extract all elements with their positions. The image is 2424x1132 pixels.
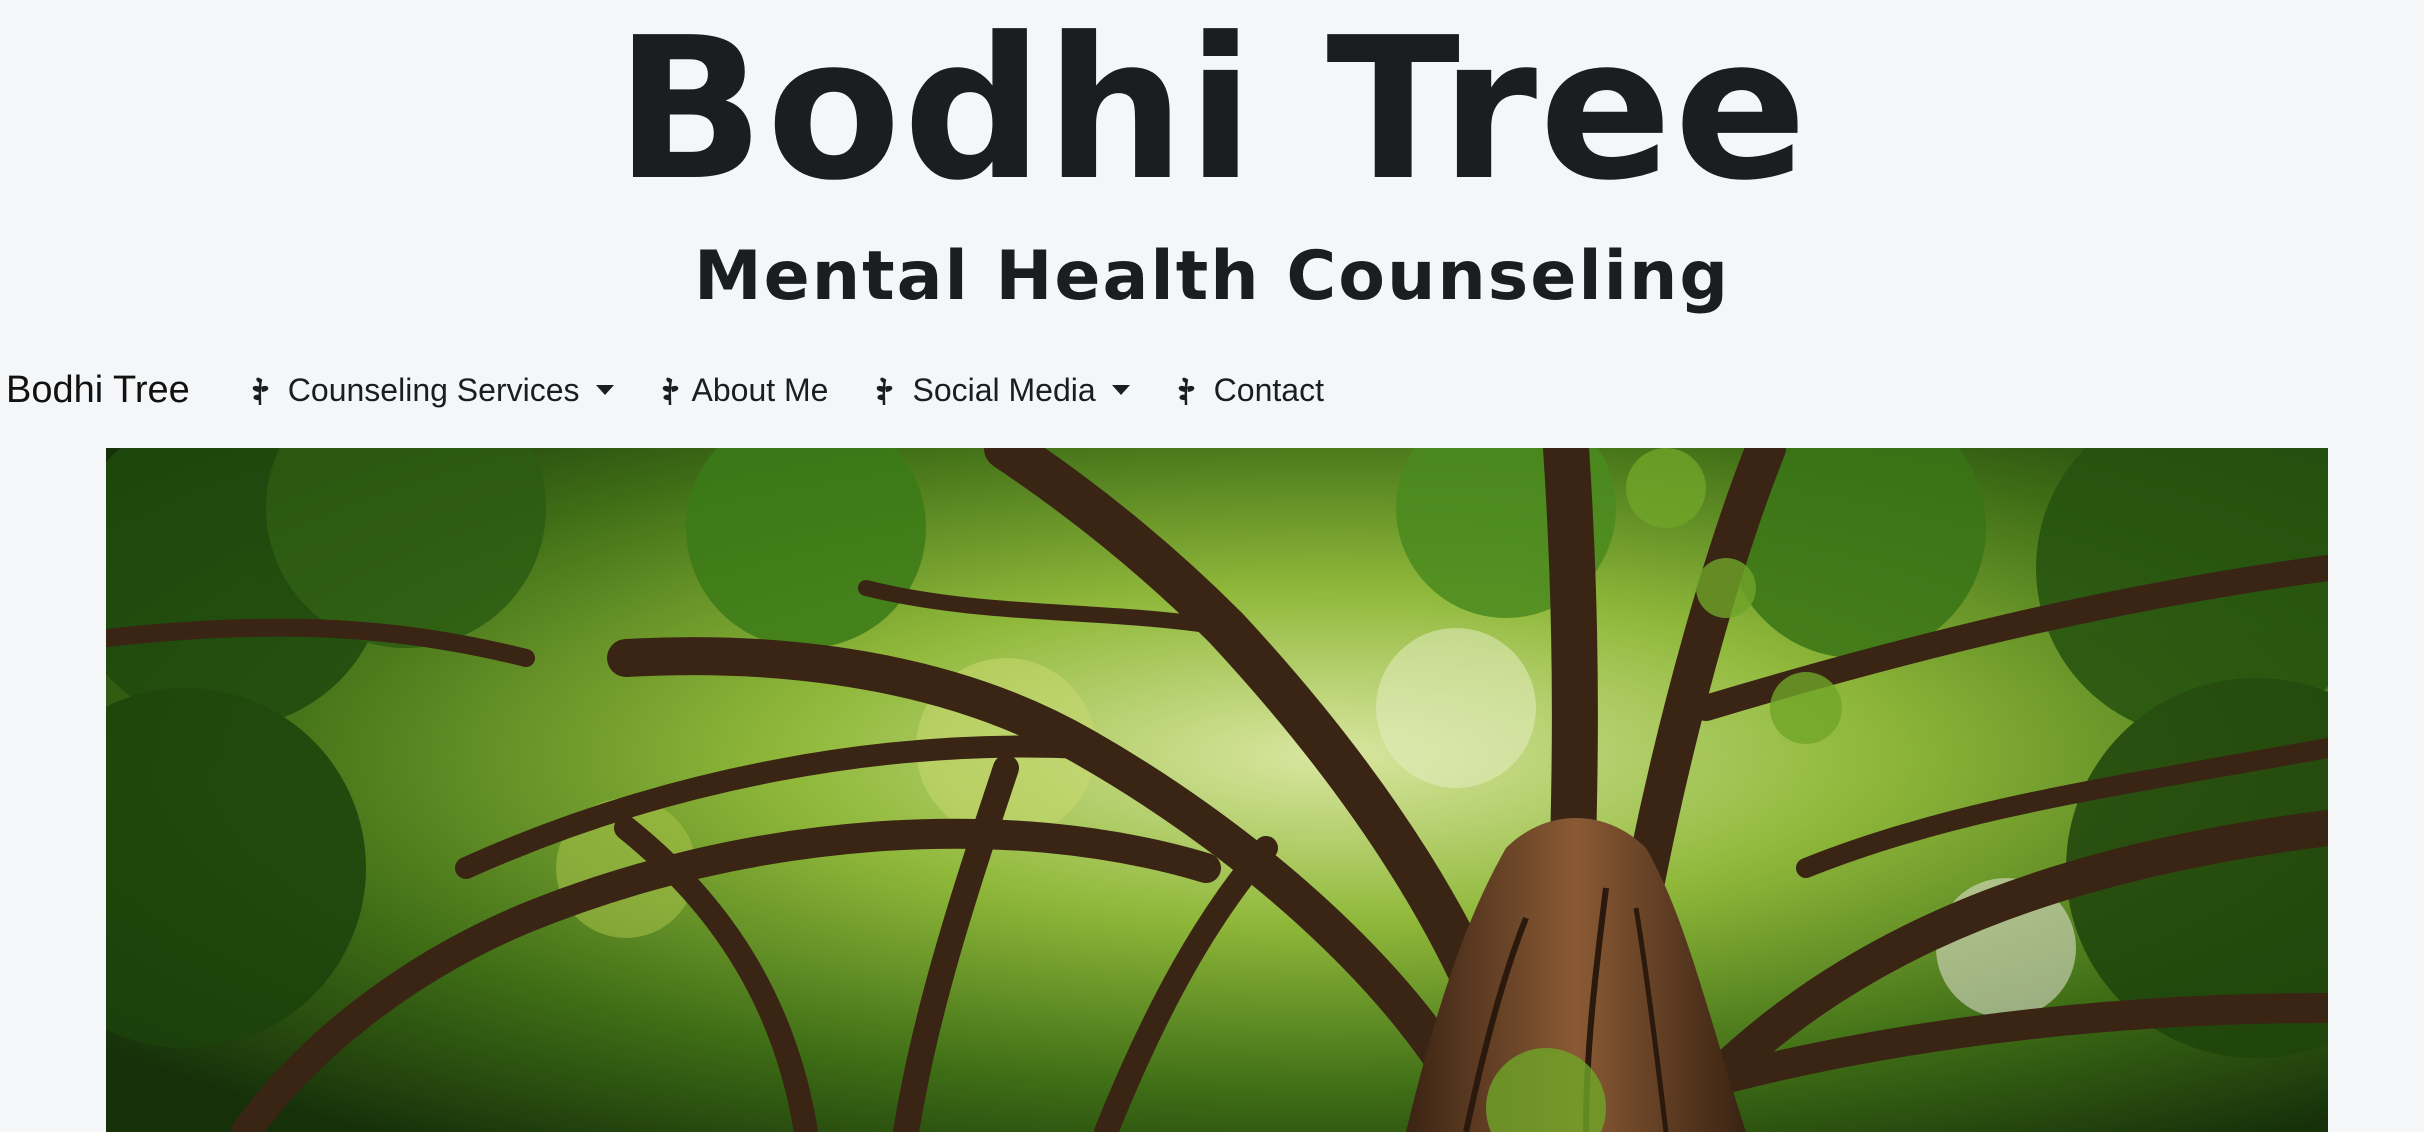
site-subtitle: Mental Health Counseling <box>693 237 1731 316</box>
navbar-brand[interactable]: Bodhi Tree <box>6 369 190 412</box>
nav-label-contact: Contact <box>1213 371 1324 408</box>
nav-items: Counseling Services About Me Social Medi… <box>246 372 1366 409</box>
chevron-down-icon <box>595 385 614 395</box>
hero-tree-image <box>106 448 2328 1132</box>
nav-item-counseling-services[interactable]: Counseling Services <box>246 372 614 409</box>
leaf-icon <box>252 377 269 406</box>
tree-canopy-illustration <box>106 448 2328 1132</box>
nav-item-social-media[interactable]: Social Media <box>870 371 1130 409</box>
leaf-icon <box>1178 377 1195 406</box>
nav-item-about-me[interactable]: About Me <box>656 371 829 409</box>
nav-label-social-media: Social Media <box>912 371 1096 408</box>
leaf-icon <box>662 377 678 406</box>
site-title: Bodhi Tree <box>615 0 1809 224</box>
leaf-icon <box>877 377 893 406</box>
nav-label-counseling-services: Counseling Services <box>287 371 580 408</box>
nav-label-about-me: About Me <box>691 371 829 408</box>
chevron-down-icon <box>1111 385 1130 395</box>
main-navbar: Bodhi Tree Counseling Services About Me <box>0 352 2424 428</box>
nav-item-contact[interactable]: Contact <box>1172 372 1324 409</box>
